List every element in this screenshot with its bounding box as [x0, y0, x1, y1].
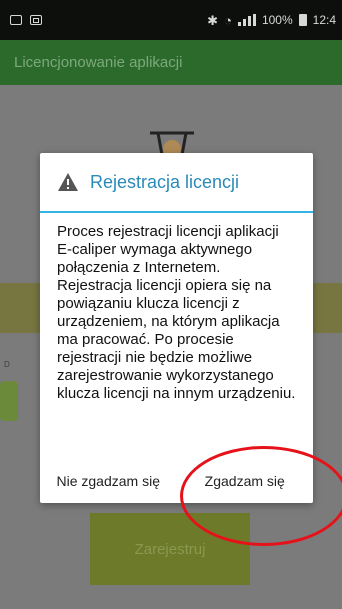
warning-icon — [58, 173, 78, 191]
register-button-label: Zarejestruj — [134, 540, 206, 558]
document-icon — [30, 15, 42, 25]
lock-icon — [0, 381, 18, 421]
battery-icon — [298, 14, 307, 26]
background-label: D — [4, 360, 10, 369]
bluetooth-icon: ✱ — [207, 12, 219, 28]
battery-percent: 100% — [261, 13, 293, 27]
signal-icon — [237, 14, 256, 26]
dialog-header: Rejestracja licencji — [40, 153, 313, 213]
app-bar: Licencjonowanie aplikacji — [0, 40, 342, 85]
dialog-title: Rejestracja licencji — [90, 171, 240, 192]
decline-button-label: Nie zgadzam się — [56, 473, 161, 489]
status-bar: ✱ ◔ 100% 12:4 — [0, 0, 342, 40]
decline-button[interactable]: Nie zgadzam się — [40, 459, 177, 503]
app-title: Licencjonowanie aplikacji — [14, 54, 183, 71]
dialog-message: Proces rejestracji licencji aplikacji E-… — [57, 223, 296, 402]
clock: 12:4 — [312, 13, 336, 27]
wifi-icon: ◔ — [224, 12, 232, 28]
image-icon — [10, 15, 22, 25]
highlight-ellipse — [180, 446, 342, 546]
